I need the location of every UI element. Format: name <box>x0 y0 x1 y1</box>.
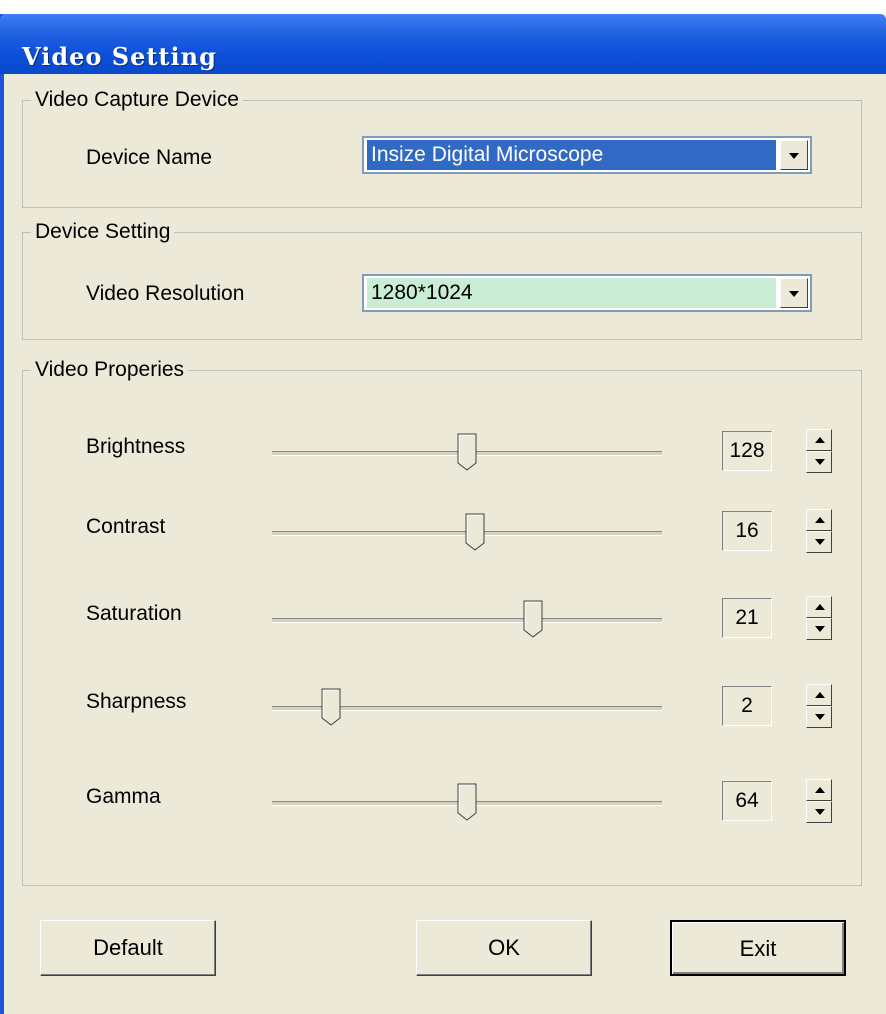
exit-button[interactable]: Exit <box>670 920 846 976</box>
spin-up-icon[interactable] <box>806 429 832 451</box>
spinner[interactable] <box>806 684 832 728</box>
property-label: Saturation <box>86 602 182 625</box>
ok-button[interactable]: OK <box>416 920 592 976</box>
device-name-label: Device Name <box>86 146 213 169</box>
chevron-down-icon[interactable] <box>780 278 808 308</box>
capture-device-legend: Video Capture Device <box>31 88 243 112</box>
device-setting-legend: Device Setting <box>31 220 175 244</box>
default-button[interactable]: Default <box>40 920 216 976</box>
video-resolution-label: Video Resolution <box>86 282 245 305</box>
spin-down-icon[interactable] <box>806 451 832 473</box>
spinner[interactable] <box>806 509 832 553</box>
property-value: 64 <box>722 781 772 821</box>
spin-up-icon[interactable] <box>806 779 832 801</box>
spin-up-icon[interactable] <box>806 596 832 618</box>
chevron-down-icon[interactable] <box>780 140 808 170</box>
spinner[interactable] <box>806 779 832 823</box>
slider-thumb[interactable] <box>457 433 477 471</box>
property-label: Sharpness <box>86 690 187 713</box>
property-label: Contrast <box>86 515 166 538</box>
spin-down-icon[interactable] <box>806 706 832 728</box>
spinner[interactable] <box>806 429 832 473</box>
video-resolution-value: 1280*1024 <box>367 278 776 308</box>
spin-up-icon[interactable] <box>806 684 832 706</box>
property-value: 21 <box>722 598 772 638</box>
slider-track[interactable] <box>272 618 662 623</box>
video-resolution-dropdown[interactable]: 1280*1024 <box>362 274 812 312</box>
slider-thumb[interactable] <box>465 513 485 551</box>
property-value: 16 <box>722 511 772 551</box>
device-name-value: Insize Digital Microscope <box>367 140 776 170</box>
window-title: Video Setting <box>22 42 217 71</box>
property-label: Gamma <box>86 785 161 808</box>
property-value: 128 <box>722 431 772 471</box>
property-value: 2 <box>722 686 772 726</box>
title-bar[interactable]: Video Setting <box>0 14 886 74</box>
property-label: Brightness <box>86 435 186 458</box>
device-name-dropdown[interactable]: Insize Digital Microscope <box>362 136 812 174</box>
slider-thumb[interactable] <box>523 600 543 638</box>
slider-thumb[interactable] <box>321 688 341 726</box>
spin-down-icon[interactable] <box>806 531 832 553</box>
spinner[interactable] <box>806 596 832 640</box>
video-properties-legend: Video Properies <box>31 358 189 382</box>
spin-down-icon[interactable] <box>806 618 832 640</box>
spin-down-icon[interactable] <box>806 801 832 823</box>
spin-up-icon[interactable] <box>806 509 832 531</box>
slider-thumb[interactable] <box>457 783 477 821</box>
